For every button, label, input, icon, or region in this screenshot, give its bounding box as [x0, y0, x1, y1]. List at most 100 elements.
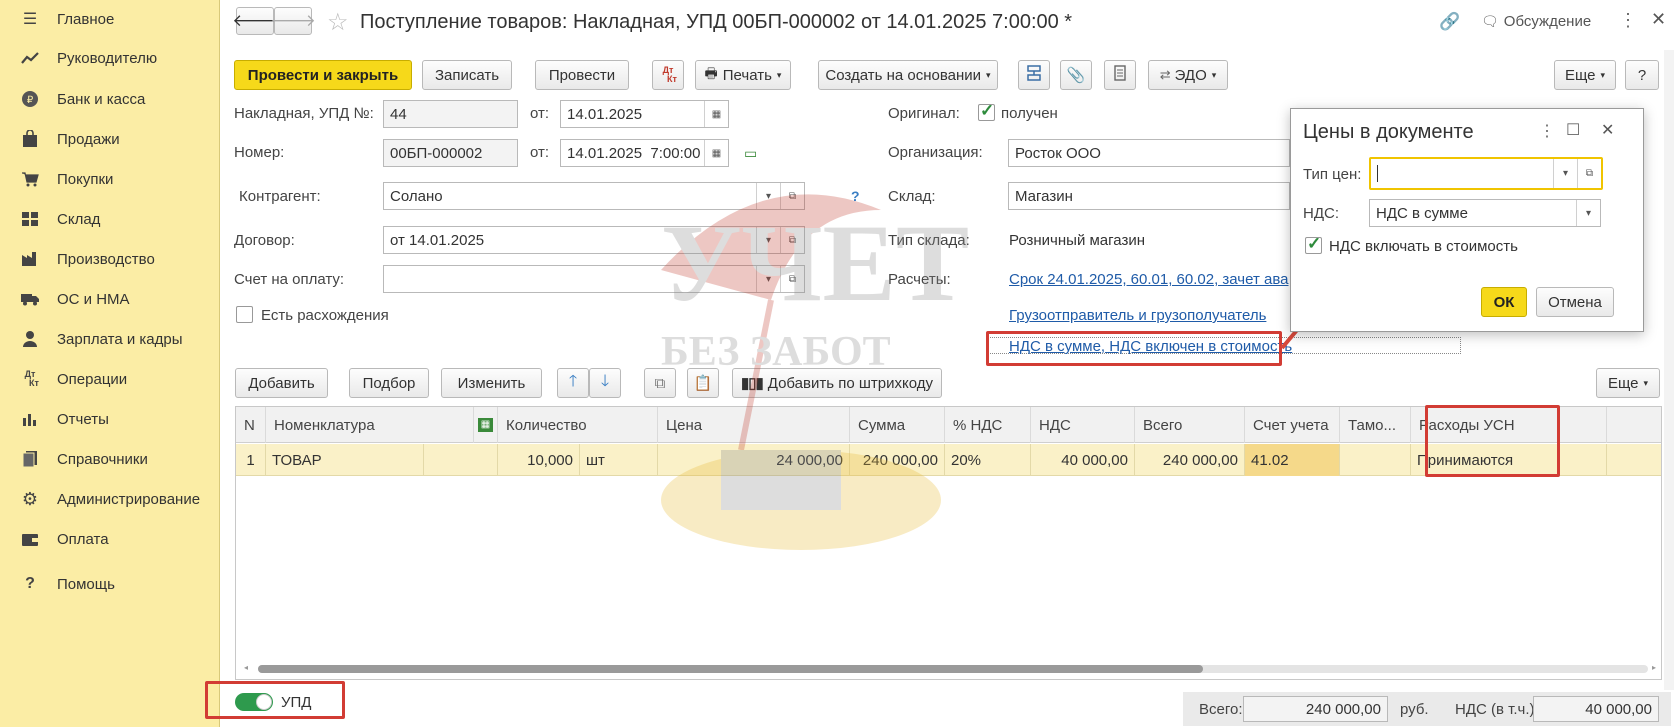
sidebar-item-operations[interactable]: Дт Кт Операции [0, 360, 220, 398]
col-header-vat-rate[interactable]: % НДС [945, 407, 1031, 443]
calendar-icon[interactable]: ▦ [704, 140, 728, 166]
move-down-button[interactable]: 🡓 [589, 368, 621, 398]
sidebar-item-sales[interactable]: Продажи [0, 120, 220, 158]
warehouse-input[interactable]: Магазин [1008, 182, 1290, 210]
scroll-right-icon[interactable]: ▸ [1652, 663, 1656, 672]
calendar-icon[interactable]: ▦ [704, 101, 728, 127]
invoice-date-input[interactable]: 14.01.2025 ▦ [560, 100, 729, 128]
original-checkbox[interactable] [978, 101, 995, 121]
chevron-down-icon[interactable]: ▾ [1576, 200, 1600, 226]
dialog-close-icon[interactable]: ✕ [1601, 120, 1614, 140]
print-button[interactable]: 🖶 Печать ▾ [695, 60, 791, 90]
include-vat-checkbox[interactable] [1305, 234, 1322, 254]
chevron-down-icon[interactable]: ▾ [756, 183, 780, 209]
attach-button[interactable]: 📎 [1060, 60, 1092, 90]
sidebar-item-manager[interactable]: Руководителю [0, 39, 220, 77]
back-button[interactable]: 🡐 [232, 7, 278, 35]
sidebar-item-main[interactable]: ☰ Главное [0, 0, 220, 38]
cell-quantity[interactable]: 10,000 [498, 444, 580, 476]
save-button[interactable]: Записать [422, 60, 512, 90]
sidebar-item-payroll[interactable]: Зарплата и кадры [0, 320, 220, 358]
payment-invoice-input[interactable]: ▾ ⧉ [383, 265, 805, 293]
cell-price[interactable]: 24 000,00 [658, 444, 850, 476]
pick-button[interactable]: Подбор [349, 368, 429, 398]
edit-note-icon[interactable]: ▭ [744, 145, 757, 162]
sidebar-item-fixed-assets[interactable]: ОС и НМА [0, 280, 220, 318]
cell-total[interactable]: 240 000,00 [1135, 444, 1245, 476]
number-datetime-input[interactable]: 14.01.2025 7:00:00 ▦ [560, 139, 729, 167]
sidebar-item-warehouse[interactable]: Склад [0, 200, 220, 238]
cell-sum[interactable]: 240 000,00 [850, 444, 945, 476]
contractor-input[interactable]: Солано ▾ ⧉ [383, 182, 805, 210]
sidebar-item-payment[interactable]: Оплата [0, 520, 220, 558]
link-icon[interactable]: 🔗 [1439, 12, 1460, 32]
cell-customs[interactable] [1340, 444, 1411, 476]
create-based-on-button[interactable]: Создать на основании ▾ [818, 60, 998, 90]
contractor-help-icon[interactable]: ? [851, 188, 860, 204]
help-button[interactable]: ? [1625, 60, 1659, 90]
chevron-down-icon[interactable]: ▾ [756, 266, 780, 292]
sidebar-item-catalogs[interactable]: Справочники [0, 440, 220, 478]
star-icon[interactable]: ☆ [327, 8, 349, 37]
vertical-scrollbar[interactable] [1664, 50, 1674, 690]
sidebar-item-purchases[interactable]: Покупки [0, 160, 220, 198]
col-header-quantity[interactable]: Количество [498, 407, 658, 443]
dialog-vat-select[interactable]: НДС в сумме ▾ [1369, 199, 1601, 227]
open-icon[interactable]: ⧉ [780, 183, 804, 209]
scroll-left-icon[interactable]: ◂ [244, 663, 248, 672]
chevron-down-icon[interactable]: ▾ [1553, 159, 1577, 188]
edo-button[interactable]: ⇄ ЭДО ▾ [1148, 60, 1228, 90]
sidebar-item-reports[interactable]: Отчеты [0, 400, 220, 438]
maximize-icon[interactable]: ☐ [1566, 120, 1580, 140]
cell-account[interactable]: 41.02 [1245, 444, 1340, 476]
dt-kt-button[interactable]: Дт Кт [652, 60, 684, 90]
col-header-price[interactable]: Цена [658, 407, 850, 443]
horizontal-scrollbar[interactable] [258, 665, 1648, 673]
scrollbar-thumb[interactable] [258, 665, 1203, 673]
table-more-button[interactable]: Еще ▾ [1596, 368, 1660, 398]
invoice-number-input[interactable]: 44 [383, 100, 518, 128]
organization-input[interactable]: Росток ООО [1008, 139, 1290, 167]
sidebar-item-bank[interactable]: ₽ Банк и касса [0, 80, 220, 118]
open-icon[interactable]: ⧉ [1577, 159, 1601, 188]
contract-input[interactable]: от 14.01.2025 ▾ ⧉ [383, 226, 805, 254]
shipper-consignee-link[interactable]: Грузоотправитель и грузополучатель [1009, 307, 1266, 324]
col-header-item[interactable]: Номенклатура [266, 407, 474, 443]
col-header-sum[interactable]: Сумма [850, 407, 945, 443]
cell-vat[interactable]: 40 000,00 [1031, 444, 1135, 476]
number-input[interactable]: 00БП-000002 [383, 139, 518, 167]
post-button[interactable]: Провести [535, 60, 629, 90]
discrepancy-checkbox[interactable] [236, 306, 253, 323]
move-up-button[interactable]: 🡑 [557, 368, 589, 398]
copy-row-button[interactable]: ⧉ [644, 368, 676, 398]
change-button[interactable]: Изменить [441, 368, 542, 398]
price-type-input[interactable]: ▾ ⧉ [1369, 157, 1603, 190]
upd-toggle[interactable] [235, 693, 273, 711]
chevron-down-icon[interactable]: ▾ [756, 227, 780, 253]
dialog-more-icon[interactable]: ⋮ [1539, 121, 1555, 141]
sidebar-item-production[interactable]: Производство [0, 240, 220, 278]
settlements-link[interactable]: Срок 24.01.2025, 60.01, 60.02, зачет ава [1009, 271, 1290, 288]
more-button[interactable]: Еще ▾ [1554, 60, 1616, 90]
ok-button[interactable]: ОК [1481, 287, 1527, 317]
open-icon[interactable]: ⧉ [780, 266, 804, 292]
more-vertical-icon[interactable]: ⋮ [1619, 10, 1637, 31]
forward-button[interactable]: 🡒 [270, 7, 316, 35]
open-icon[interactable]: ⧉ [780, 227, 804, 253]
col-header-total[interactable]: Всего [1135, 407, 1245, 443]
col-header-n[interactable]: N [236, 407, 266, 443]
post-and-close-button[interactable]: Провести и закрыть [234, 60, 412, 90]
paste-row-button[interactable]: 📋 [687, 368, 719, 398]
close-icon[interactable]: ✕ [1651, 9, 1666, 30]
cancel-button[interactable]: Отмена [1536, 287, 1614, 317]
discussion-button[interactable]: 🗨 Обсуждение [1481, 13, 1591, 30]
register-button[interactable] [1104, 60, 1136, 90]
sidebar-item-admin[interactable]: ⚙ Администрирование [0, 480, 220, 518]
cell-item-extra[interactable] [424, 444, 498, 476]
cell-unit[interactable]: шт [580, 444, 658, 476]
structure-button[interactable] [1018, 60, 1050, 90]
cell-vat-rate[interactable]: 20% [945, 444, 1031, 476]
cell-n[interactable]: 1 [236, 444, 266, 476]
add-row-button[interactable]: Добавить [235, 368, 328, 398]
col-header-vat[interactable]: НДС [1031, 407, 1135, 443]
